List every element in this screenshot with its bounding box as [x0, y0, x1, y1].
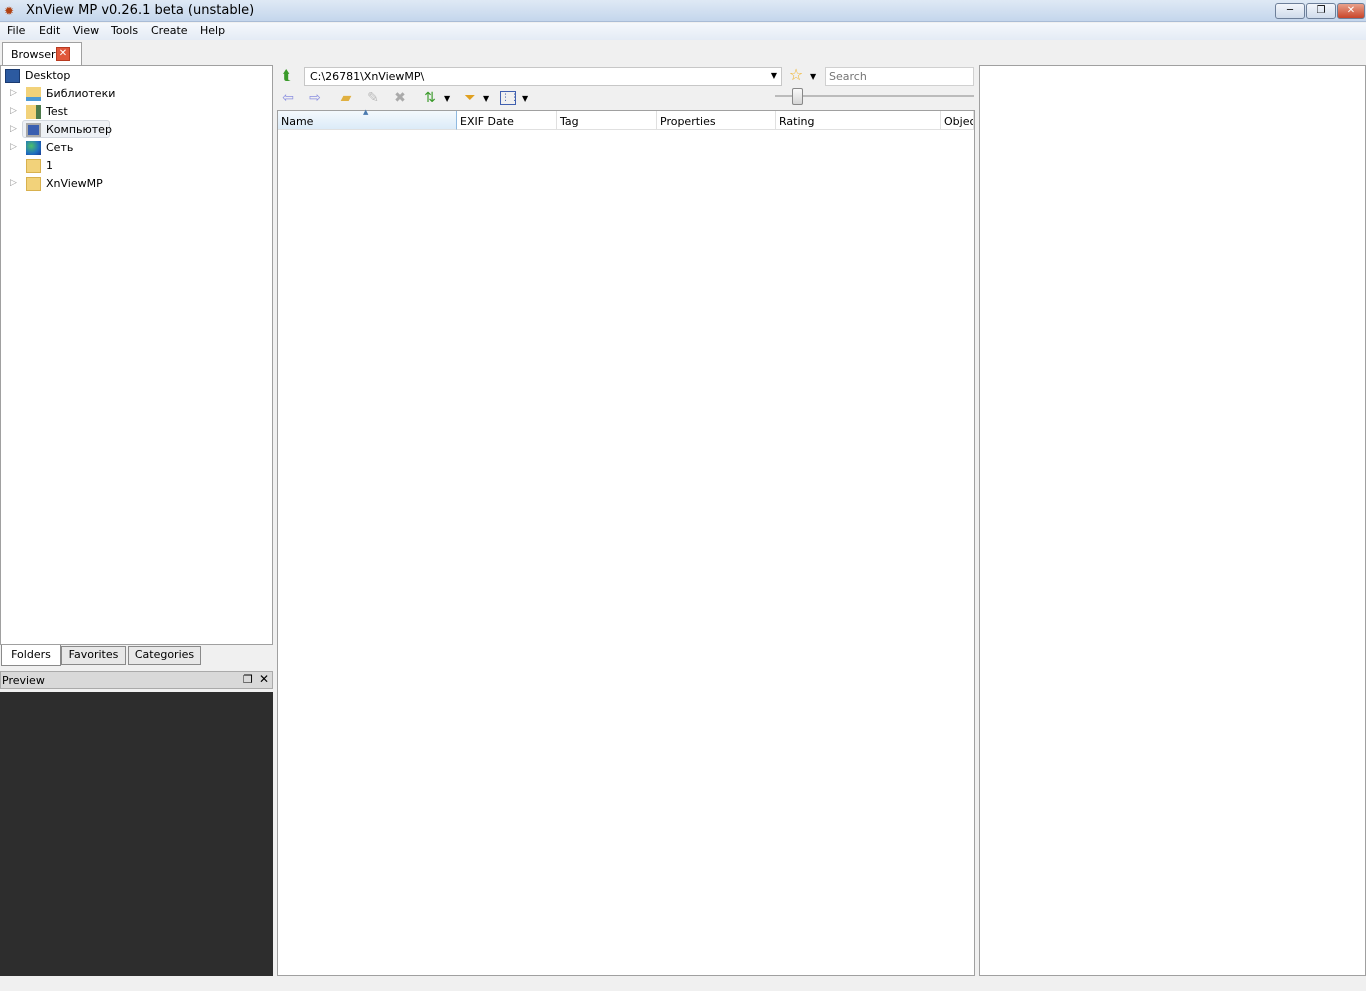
- menu-tools[interactable]: Tools: [111, 24, 138, 37]
- tree-item-label: Test: [46, 105, 68, 118]
- tab-browser[interactable]: Browser ✕: [2, 42, 82, 66]
- address-bar[interactable]: C:\26781\XnViewMP\ ▼: [304, 67, 782, 86]
- column-header-exif-date[interactable]: EXIF Date: [457, 111, 557, 130]
- restore-button[interactable]: ❐: [1306, 3, 1336, 19]
- folder-icon: [26, 159, 41, 173]
- close-tab-icon[interactable]: ✕: [56, 47, 70, 61]
- network-icon: [26, 141, 41, 155]
- column-label: Name: [281, 115, 314, 128]
- column-header-tag[interactable]: Tag: [557, 111, 657, 130]
- preview-title: Preview: [2, 674, 45, 687]
- tab-bar: Browser ✕: [0, 40, 1366, 66]
- tree-item-xnviewmp[interactable]: ▷ XnViewMP: [1, 175, 271, 193]
- app-icon: ✹: [4, 4, 15, 18]
- tree-item-label: 1: [46, 159, 53, 172]
- address-path: C:\26781\XnViewMP\: [310, 70, 425, 83]
- expand-arrow-icon[interactable]: ▷: [10, 124, 17, 134]
- tab-favorites[interactable]: Favorites: [61, 646, 126, 665]
- thumbnail-size-slider[interactable]: [775, 95, 974, 97]
- menu-bar: File Edit View Tools Create Help: [0, 23, 1366, 40]
- tree-item-libraries[interactable]: ▷ Библиотеки: [1, 85, 271, 103]
- favorites-dropdown-icon[interactable]: ▼: [810, 72, 816, 81]
- back-arrow-icon[interactable]: ⇦: [280, 90, 296, 106]
- close-panel-icon[interactable]: ✕: [259, 672, 269, 686]
- info-panel: [979, 65, 1366, 976]
- computer-icon: [26, 123, 41, 137]
- user-folder-icon: [26, 105, 41, 119]
- menu-create[interactable]: Create: [151, 24, 188, 37]
- tree-item-test[interactable]: ▷ Test: [1, 103, 271, 121]
- expand-arrow-icon[interactable]: ▷: [10, 106, 17, 116]
- tree-item-label: Desktop: [25, 69, 71, 82]
- tree-item-desktop[interactable]: Desktop: [1, 67, 271, 85]
- preview-area: [0, 692, 273, 976]
- tree-item-label: Компьютер: [46, 123, 112, 136]
- column-header-properties[interactable]: Properties: [657, 111, 776, 130]
- tree-item-label: XnViewMP: [46, 177, 103, 190]
- preview-header: Preview ❐ ✕: [0, 671, 273, 689]
- menu-view[interactable]: View: [73, 24, 99, 37]
- sort-icon[interactable]: ⇅: [422, 90, 438, 106]
- menu-help[interactable]: Help: [200, 24, 225, 37]
- sort-ascending-icon: ▲: [363, 108, 369, 116]
- delete-icon[interactable]: ✖: [392, 90, 408, 106]
- filter-icon[interactable]: ⏷: [462, 90, 478, 106]
- desktop-icon: [5, 69, 20, 83]
- tab-categories[interactable]: Categories: [128, 646, 201, 665]
- window-title: XnView MP v0.26.1 beta (unstable): [26, 3, 255, 18]
- rename-icon[interactable]: ✎: [365, 90, 381, 106]
- file-list: Name ▲ EXIF Date Tag Properties Rating O…: [277, 108, 975, 976]
- favorites-star-icon[interactable]: ☆: [788, 67, 804, 83]
- menu-edit[interactable]: Edit: [39, 24, 60, 37]
- filter-dropdown-icon[interactable]: ▼: [483, 94, 489, 103]
- float-panel-icon[interactable]: ❐: [243, 673, 253, 686]
- expand-arrow-icon[interactable]: ▷: [10, 178, 17, 188]
- tree-item-label: Библиотеки: [46, 87, 116, 100]
- slider-handle[interactable]: [792, 88, 803, 105]
- view-mode-icon[interactable]: ⋮⋮: [500, 91, 519, 105]
- view-mode-dropdown-icon[interactable]: ▼: [522, 94, 528, 103]
- forward-arrow-icon[interactable]: ⇨: [307, 90, 323, 106]
- column-header-rating[interactable]: Rating: [776, 111, 941, 130]
- title-bar: ✹ XnView MP v0.26.1 beta (unstable) ─ ❐ …: [0, 0, 1366, 22]
- column-header-object[interactable]: Objec: [941, 111, 974, 130]
- address-dropdown-icon[interactable]: ▼: [771, 71, 777, 80]
- tree-item-network[interactable]: ▷ Сеть: [1, 139, 271, 157]
- libraries-icon: [26, 87, 41, 101]
- sort-dropdown-icon[interactable]: ▼: [444, 94, 450, 103]
- folder-tree: Desktop ▷ Библиотеки ▷ Test ▷ Компьютер …: [0, 65, 273, 645]
- minimize-button[interactable]: ─: [1275, 3, 1305, 19]
- go-up-icon[interactable]: ⮬: [279, 68, 295, 84]
- close-button[interactable]: ✕: [1337, 3, 1365, 19]
- tree-item-label: Сеть: [46, 141, 74, 154]
- search-input[interactable]: [825, 67, 974, 86]
- tab-folders[interactable]: Folders: [1, 645, 61, 666]
- column-header-name[interactable]: Name ▲: [278, 108, 457, 130]
- expand-arrow-icon[interactable]: ▷: [10, 142, 17, 152]
- folder-icon: [26, 177, 41, 191]
- expand-arrow-icon[interactable]: ▷: [10, 88, 17, 98]
- new-folder-icon[interactable]: ▰: [338, 90, 354, 106]
- menu-file[interactable]: File: [7, 24, 25, 37]
- tree-item-computer[interactable]: ▷ Компьютер: [1, 121, 271, 139]
- tree-item-1[interactable]: 1: [1, 157, 271, 175]
- tab-browser-label: Browser: [11, 48, 56, 61]
